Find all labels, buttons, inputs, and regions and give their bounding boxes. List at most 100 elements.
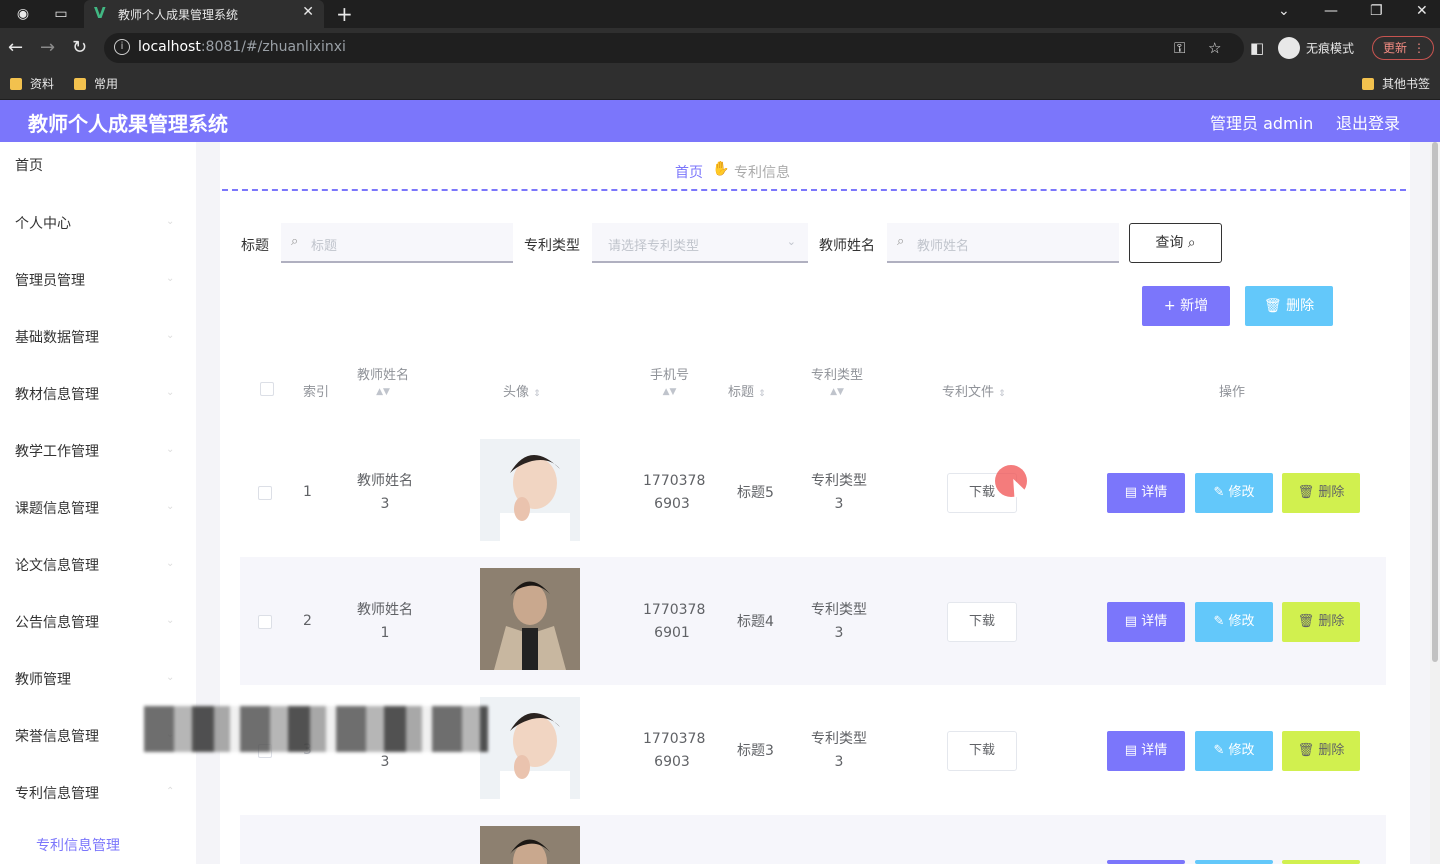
sort-icon[interactable]: ⇕ xyxy=(758,389,766,399)
pencil-icon: ✎ xyxy=(1213,485,1225,500)
cell-index: 1 xyxy=(303,484,312,500)
sidebar-item-honor[interactable]: 荣誉信息管理 xyxy=(15,726,99,746)
detail-button[interactable]: ▤ 详情 xyxy=(1107,473,1185,513)
sort-icon[interactable]: ⇕ xyxy=(998,389,1006,399)
header-avatar[interactable]: 头像 ⇕ xyxy=(503,381,541,400)
add-button[interactable]: + 新增 xyxy=(1142,286,1230,326)
header-index: 索引 xyxy=(303,385,330,400)
sort-icon[interactable]: ▲▼ xyxy=(663,387,677,397)
chevron-down-icon: ⌄ xyxy=(166,444,175,455)
sidebar-subitem-patent-manage[interactable]: 专利信息管理 xyxy=(36,835,120,855)
bookmark-folder-ziliao[interactable]: 资料 xyxy=(10,75,54,92)
update-button[interactable]: 更新 ⋮ xyxy=(1372,36,1434,60)
edit-button[interactable]: ✎ 修改 xyxy=(1195,602,1273,642)
sidebar-item-home[interactable]: 首页 xyxy=(15,155,43,175)
site-info-icon[interactable]: i xyxy=(114,39,130,55)
close-icon[interactable]: ✕ xyxy=(302,4,314,20)
sidebar-item-teaching[interactable]: 教学工作管理 xyxy=(15,441,99,461)
window-close-icon[interactable]: ✕ xyxy=(1416,3,1428,19)
tab-strip-icon[interactable]: ▭ xyxy=(52,5,70,23)
minimize-icon[interactable]: — xyxy=(1324,3,1338,19)
batch-delete-button[interactable]: 🗑 删除 xyxy=(1245,286,1333,326)
header-phone[interactable]: 手机号 ▲▼ xyxy=(650,364,689,398)
delete-button[interactable]: 🗑 删除 xyxy=(1282,731,1360,771)
search-icon: ⌕ xyxy=(1187,235,1196,251)
folder-icon xyxy=(10,77,22,90)
download-button[interactable]: 下载 xyxy=(947,731,1017,771)
sidebar-item-patent[interactable]: 专利信息管理 xyxy=(15,783,99,803)
doc-icon: ▤ xyxy=(1124,485,1138,500)
edit-button[interactable]: ✎ 修改 xyxy=(1195,731,1273,771)
key-icon[interactable]: ⚿ xyxy=(1174,39,1185,57)
sort-icon[interactable]: ⇕ xyxy=(533,389,541,399)
chevron-down-icon: ⌄ xyxy=(166,387,175,398)
detail-button[interactable] xyxy=(1107,860,1185,864)
restore-icon[interactable]: ❐ xyxy=(1370,3,1383,19)
sidebar-item-textbook[interactable]: 教材信息管理 xyxy=(15,384,99,404)
cell-teacher: 教师姓名 3 xyxy=(357,473,413,512)
sidebar: 首页 个人中心 ⌄ 管理员管理 ⌄ 基础数据管理 ⌄ 教材信息管理 ⌄ 教学工作… xyxy=(0,142,196,864)
header-teacher[interactable]: 教师姓名 ▲▼ xyxy=(357,364,409,398)
sort-icon[interactable]: ▲▼ xyxy=(376,387,390,397)
new-tab-plus-icon[interactable]: + xyxy=(336,2,353,26)
sidebar-item-notice[interactable]: 公告信息管理 xyxy=(15,612,99,632)
page-scrollbar[interactable] xyxy=(1430,142,1440,864)
tab-search-chevron-icon[interactable]: ⌄ xyxy=(1278,3,1290,19)
edit-button[interactable]: ✎ 修改 xyxy=(1195,473,1273,513)
title-filter-label: 标题 xyxy=(241,238,269,254)
chevron-down-icon: ⌄ xyxy=(166,273,175,284)
breadcrumb-home[interactable]: 首页 xyxy=(675,162,703,182)
search-icon: ⌕ xyxy=(897,234,905,249)
row-checkbox[interactable] xyxy=(258,486,272,500)
sidebar-item-basic-data[interactable]: 基础数据管理 xyxy=(15,327,99,347)
detail-button[interactable]: ▤ 详情 xyxy=(1107,731,1185,771)
edit-button[interactable] xyxy=(1195,860,1273,864)
select-all-checkbox[interactable] xyxy=(260,382,274,396)
chevron-down-icon: ⌄ xyxy=(166,558,175,569)
incognito-indicator[interactable]: 无痕模式 xyxy=(1278,37,1354,59)
header-file[interactable]: 专利文件 ⇕ xyxy=(942,381,1006,400)
incognito-icon xyxy=(1278,37,1300,59)
browser-tab-active[interactable]: V 教师个人成果管理系统 ✕ xyxy=(84,0,324,28)
pencil-icon: ✎ xyxy=(1213,743,1225,758)
delete-button[interactable]: 🗑 删除 xyxy=(1282,602,1360,642)
browser-menu-icon[interactable]: ◉ xyxy=(14,5,32,23)
sidebar-item-paper[interactable]: 论文信息管理 xyxy=(15,555,99,575)
delete-button[interactable] xyxy=(1282,860,1360,864)
breadcrumb-separator-icon: ✋ xyxy=(712,161,730,177)
query-button[interactable]: 查询 ⌕ xyxy=(1129,223,1222,263)
scrollbar-thumb[interactable] xyxy=(1432,142,1438,662)
side-panel-icon[interactable]: ◧ xyxy=(1250,39,1264,57)
teacher-filter-label: 教师姓名 xyxy=(819,238,875,254)
url-omnibox[interactable]: i localhost:8081/#/zhuanlixinxi ⚿ ☆ xyxy=(104,33,1244,63)
avatar xyxy=(480,568,580,670)
sidebar-item-admin[interactable]: 管理员管理 xyxy=(15,270,85,290)
chevron-down-icon: ⌄ xyxy=(166,672,175,683)
teacher-search-input[interactable]: ⌕ 教师姓名 xyxy=(887,223,1119,263)
app-title: 教师个人成果管理系统 xyxy=(28,112,228,136)
bookmark-star-icon[interactable]: ☆ xyxy=(1208,39,1221,57)
sidebar-item-teacher[interactable]: 教师管理 xyxy=(15,669,71,689)
download-button[interactable]: 下载 xyxy=(947,602,1017,642)
title-search-input[interactable]: ⌕ 标题 xyxy=(281,223,513,263)
redaction-blur xyxy=(144,706,488,752)
row-checkbox[interactable] xyxy=(258,615,272,629)
header-type[interactable]: 专利类型 ▲▼ xyxy=(811,364,863,398)
patent-type-select[interactable]: 请选择专利类型 ⌄ xyxy=(592,223,808,263)
pencil-icon: ✎ xyxy=(1213,614,1225,629)
delete-button[interactable]: 🗑 删除 xyxy=(1282,473,1360,513)
back-arrow-icon[interactable]: ← xyxy=(8,38,23,58)
reload-icon[interactable]: ↻ xyxy=(72,38,87,58)
sidebar-item-profile[interactable]: 个人中心 xyxy=(15,213,71,233)
header-title[interactable]: 标题 ⇕ xyxy=(728,381,766,400)
table-row xyxy=(240,815,1386,864)
forward-arrow-icon[interactable]: → xyxy=(40,38,55,58)
detail-button[interactable]: ▤ 详情 xyxy=(1107,602,1185,642)
bookmark-folder-other[interactable]: 其他书签 xyxy=(1362,75,1430,92)
bookmark-folder-changyong[interactable]: 常用 xyxy=(74,75,118,92)
sort-icon[interactable]: ▲▼ xyxy=(830,387,844,397)
sidebar-item-project[interactable]: 课题信息管理 xyxy=(15,498,99,518)
trash-icon: 🗑 xyxy=(1263,298,1282,314)
cell-type: 专利类型 3 xyxy=(811,731,867,770)
logout-link[interactable]: 退出登录 xyxy=(1336,110,1400,134)
